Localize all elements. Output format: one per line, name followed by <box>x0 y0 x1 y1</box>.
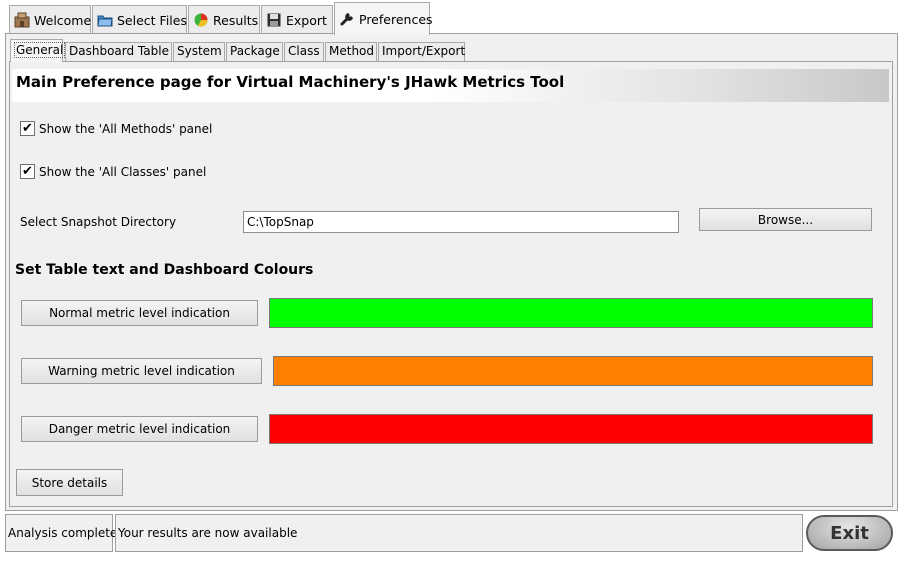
subtab-label: Method <box>329 44 375 58</box>
status-message: Your results are now available <box>115 514 803 552</box>
subtab-system[interactable]: System <box>173 42 225 61</box>
checkmark-icon: ✔ <box>22 164 33 179</box>
wrench-icon <box>339 11 355 27</box>
folder-icon <box>97 12 113 28</box>
subtab-label: Dashboard Table <box>69 44 169 58</box>
page-title: Main Preference page for Virtual Machine… <box>12 69 889 102</box>
snapshot-directory-label: Select Snapshot Directory <box>20 215 177 229</box>
tab-welcome[interactable]: Welcome <box>9 5 91 34</box>
colours-section-title: Set Table text and Dashboard Colours <box>15 262 314 278</box>
subtab-dashboard-table[interactable]: Dashboard Table <box>65 42 172 61</box>
subtab-label: General <box>14 42 66 58</box>
warning-colour-swatch <box>273 356 873 386</box>
tab-label: Export <box>286 12 327 28</box>
danger-colour-button[interactable]: Danger metric level indication <box>21 416 258 442</box>
snapshot-directory-input[interactable]: C:\TopSnap <box>243 211 679 233</box>
all-methods-checkbox[interactable]: ✔ <box>20 121 35 136</box>
normal-colour-swatch <box>269 298 873 328</box>
tab-results[interactable]: Results <box>188 5 260 34</box>
subtab-method[interactable]: Method <box>325 42 377 61</box>
status-state: Analysis complete <box>5 514 117 552</box>
checkmark-icon: ✔ <box>22 121 33 136</box>
subtab-import-export[interactable]: Import/Export <box>378 42 465 61</box>
subtab-class[interactable]: Class <box>284 42 324 61</box>
danger-colour-swatch <box>269 414 873 444</box>
tab-label: Results <box>213 12 259 28</box>
subtab-label: Class <box>288 44 320 58</box>
subtab-general[interactable]: General <box>10 39 66 62</box>
welcome-icon <box>14 12 30 28</box>
tab-label: Welcome <box>34 12 92 28</box>
browse-button[interactable]: Browse... <box>699 208 872 231</box>
store-details-button[interactable]: Store details <box>16 469 123 496</box>
all-classes-label: Show the 'All Classes' panel <box>39 165 207 179</box>
subtab-package[interactable]: Package <box>226 42 283 61</box>
warning-colour-button[interactable]: Warning metric level indication <box>21 358 262 384</box>
tab-label: Preferences <box>359 11 433 27</box>
tab-export[interactable]: Export <box>261 5 333 34</box>
save-icon <box>266 12 282 28</box>
subtab-label: Import/Export <box>382 44 466 58</box>
all-classes-checkbox[interactable]: ✔ <box>20 164 35 179</box>
subtab-label: System <box>177 44 222 58</box>
pie-chart-icon <box>193 12 209 28</box>
exit-button[interactable]: Exit <box>806 515 893 551</box>
all-methods-label: Show the 'All Methods' panel <box>39 122 213 136</box>
tab-preferences[interactable]: Preferences <box>334 2 433 35</box>
tab-label: Select Files <box>117 12 187 28</box>
tab-select-files[interactable]: Select Files <box>92 5 187 34</box>
subtab-label: Package <box>230 44 280 58</box>
normal-colour-button[interactable]: Normal metric level indication <box>21 300 258 326</box>
